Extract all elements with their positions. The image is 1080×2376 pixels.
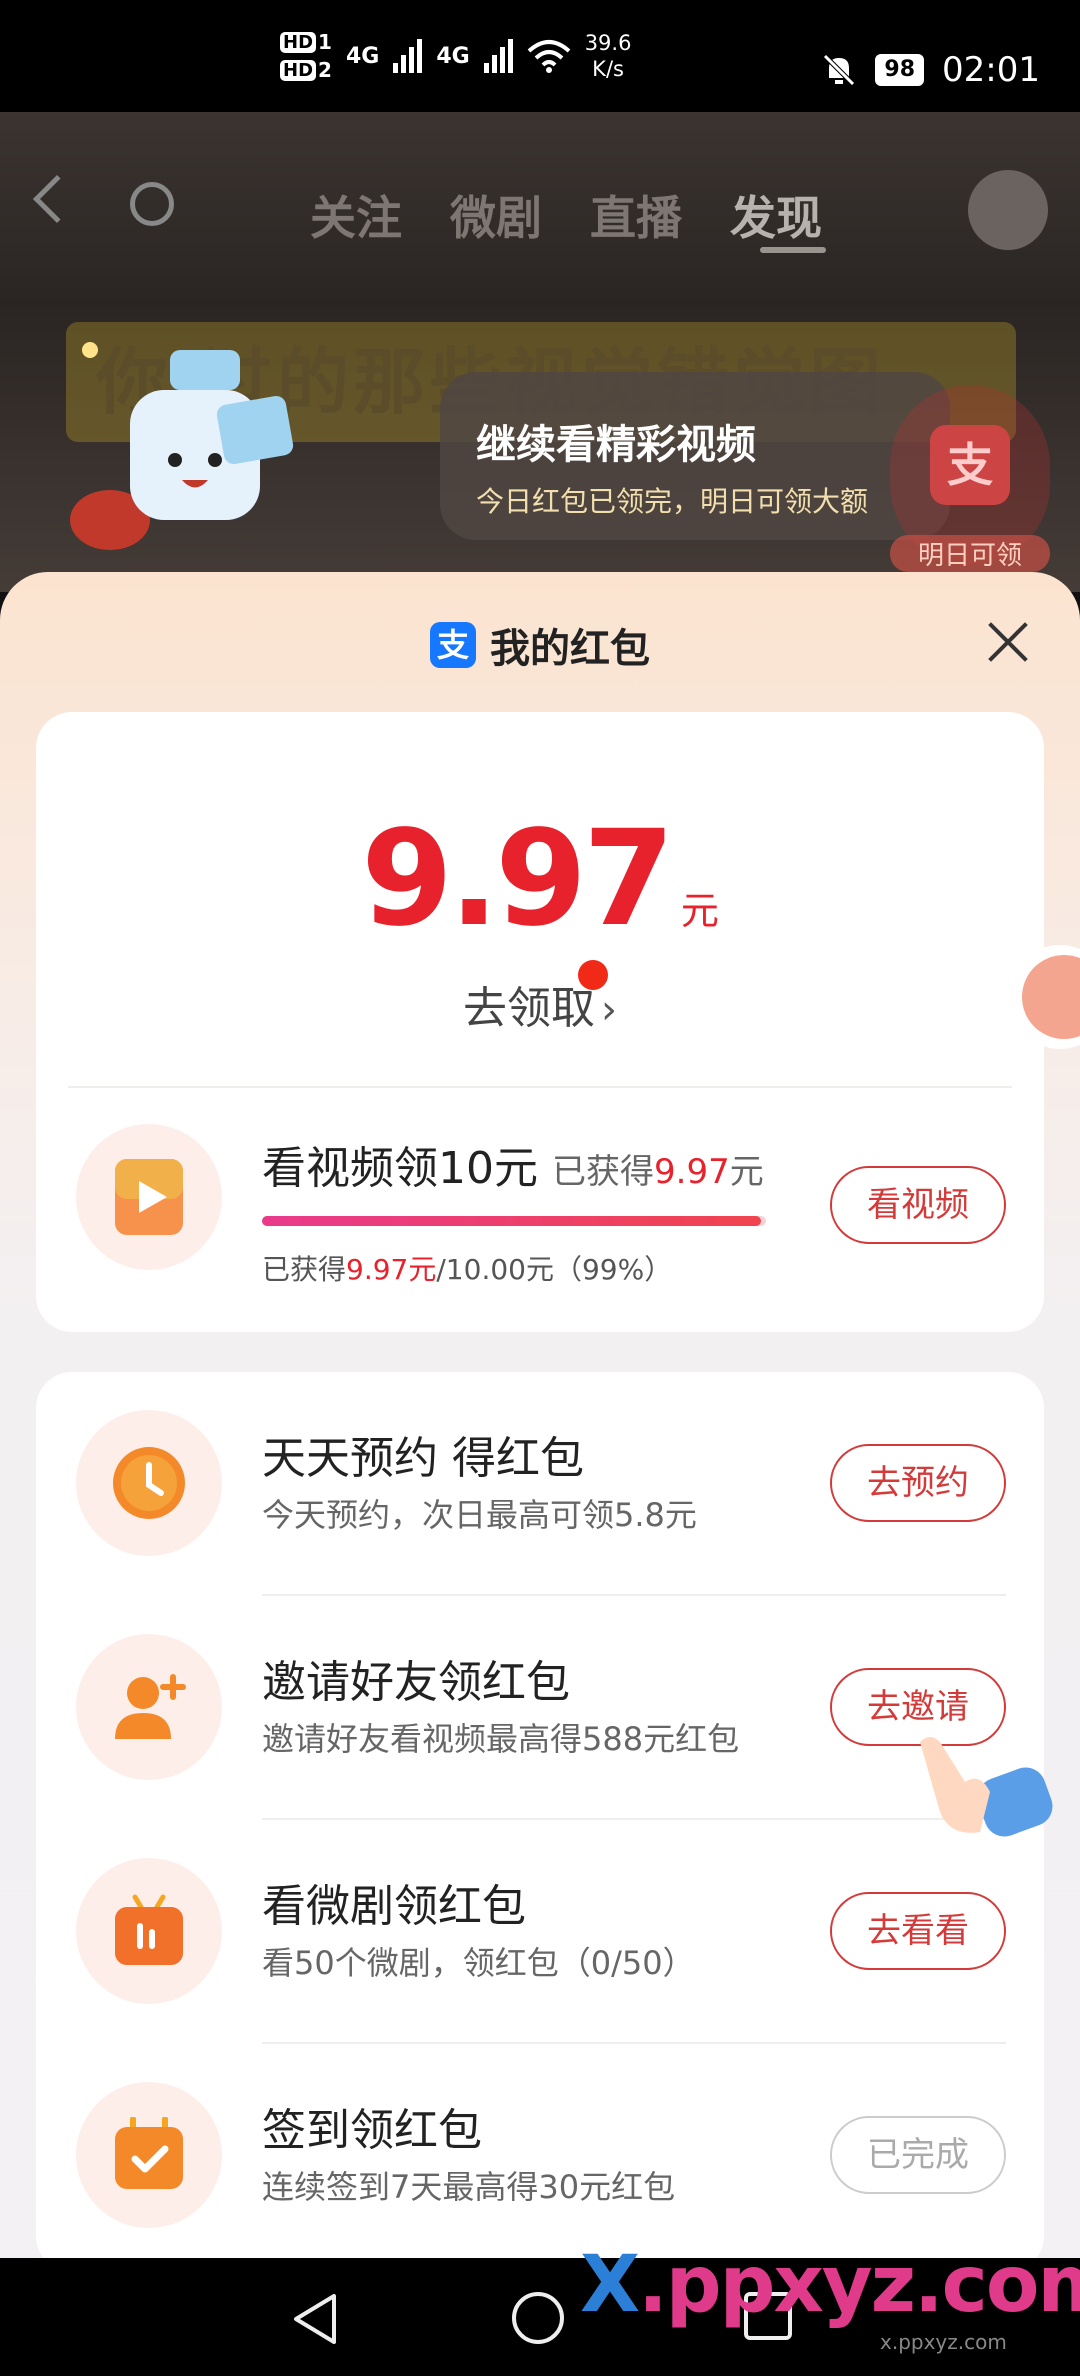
video-task-earned: 已获得9.97元: [552, 1152, 764, 1192]
network-type-1: 4G: [345, 43, 380, 69]
notification-dot: [578, 960, 608, 990]
status-left: HD 1 HD 2 4G 4G 39.6 K/s: [280, 30, 631, 82]
red-packet-sheet: 支 我的红包 9.97元 去领取› 看视频领10元已获得9.97元 看视频: [0, 572, 1080, 2258]
signal-icon-2: [483, 39, 513, 73]
side-badge-label: 明日可领: [890, 535, 1050, 572]
checkin-task-icon-wrap: [76, 2082, 222, 2228]
divider: [262, 2042, 1006, 2044]
peek-badge-icon: [1008, 945, 1080, 1049]
watch-video-button[interactable]: 看视频: [830, 1166, 1006, 1244]
tv-icon: [115, 1894, 183, 1965]
tab-underline: [760, 247, 826, 253]
divider: [262, 1594, 1006, 1596]
video-task-icon-wrap: [76, 1124, 222, 1270]
balance-amount: 9.97 元: [36, 802, 1044, 956]
drama-task-subtitle: 看50个微剧，领红包（0/50）: [262, 1944, 695, 1982]
continue-watching-tip[interactable]: 继续看精彩视频 今日红包已领完，明日可领大额: [440, 372, 950, 540]
watermark: X.ppxyz.com: [580, 2240, 1080, 2330]
network-type-2: 4G: [436, 43, 470, 69]
drama-task-title: 看微剧领红包: [262, 1881, 526, 1932]
status-right: 98 02:01: [821, 50, 1040, 90]
tab-follow[interactable]: 关注: [310, 182, 402, 248]
sheet-title: 支 我的红包: [430, 616, 650, 674]
nav-tabs: 关注 微剧 直播 发现: [310, 182, 822, 248]
divider: [262, 1818, 1006, 1820]
mascot-icon: [70, 342, 294, 550]
sheet-title-text: 我的红包: [490, 626, 650, 672]
checkin-done-button[interactable]: 已完成: [830, 2116, 1006, 2194]
amount-unit: 元: [680, 889, 719, 933]
signal-icon-1: [393, 39, 423, 73]
claim-button[interactable]: 去领取 ›: [36, 972, 1044, 1036]
amount-value: 9.97: [361, 802, 675, 956]
avatar[interactable]: [968, 170, 1048, 250]
watch-drama-button[interactable]: 去看看: [830, 1892, 1006, 1970]
video-progress-bar: [262, 1216, 766, 1226]
pointing-hand-icon: [920, 1737, 1053, 1837]
play-video-icon: [115, 1159, 183, 1235]
hd-indicator-1: HD 1: [280, 30, 332, 54]
clock: 02:01: [942, 50, 1040, 90]
balance-card: 9.97 元 去领取 › 看视频领10元 已获得9.97元 看视频: [36, 712, 1044, 1332]
reserve-task-title: 天天预约 得红包: [262, 1433, 584, 1484]
reserve-button[interactable]: 去预约: [830, 1444, 1006, 1522]
alipay-badge-icon: 支: [930, 425, 1010, 505]
watermark-url: x.ppxyz.com: [880, 2330, 1007, 2354]
wifi-icon: [527, 40, 571, 73]
chevron-right-icon: ›: [601, 987, 617, 1033]
network-speed: 39.6 K/s: [584, 31, 632, 81]
tab-live[interactable]: 直播: [590, 182, 682, 248]
hd-indicator-2: HD 2: [280, 58, 332, 82]
tip-title: 继续看精彩视频: [476, 422, 756, 468]
alipay-icon: 支: [430, 622, 476, 668]
invite-task-icon-wrap: [76, 1634, 222, 1780]
video-task-title: 看视频领10元 已获得9.97元: [262, 1132, 764, 1196]
tip-subtitle: 今日红包已领完，明日可领大额: [476, 485, 869, 518]
sheet-header: 支 我的红包: [0, 616, 1080, 674]
claim-label: 去领取: [463, 983, 595, 1034]
add-user-icon: [115, 1674, 186, 1739]
nav-back-icon[interactable]: [290, 2292, 340, 2346]
divider: [68, 1086, 1012, 1088]
video-progress-text: 已获得9.97元/10.00元（99%）: [262, 1253, 673, 1286]
tab-discover[interactable]: 发现: [730, 182, 822, 248]
checkin-task-subtitle: 连续签到7天最高得30元红包: [262, 2168, 676, 2206]
reserve-task-subtitle: 今天预约，次日最高可领5.8元: [262, 1496, 697, 1534]
top-nav: 关注 微剧 直播 发现: [0, 142, 1080, 253]
video-progress-fill: [262, 1216, 761, 1226]
checkin-task-title: 签到领红包: [262, 2105, 482, 2156]
status-bar: HD 1 HD 2 4G 4G 39.6 K/s 98 02:01: [0, 0, 1080, 112]
bell-off-icon: [823, 54, 856, 86]
task-list-card: 天天预约 得红包 今天预约，次日最高可领5.8元 去预约 邀请好友领红包 邀请好…: [36, 1372, 1044, 2258]
clock-icon: [113, 1447, 185, 1519]
drama-task-icon-wrap: [76, 1858, 222, 2004]
back-icon[interactable]: [32, 174, 82, 224]
reserve-task-icon-wrap: [76, 1410, 222, 1556]
video-task-title-text: 看视频领10元: [262, 1143, 538, 1194]
tab-micro-drama[interactable]: 微剧: [450, 182, 542, 248]
invite-task-subtitle: 邀请好友看视频最高得588元红包: [262, 1720, 740, 1758]
battery-indicator: 98: [875, 54, 925, 86]
close-button[interactable]: [986, 620, 1030, 664]
calendar-check-icon: [115, 2117, 183, 2189]
invite-task-title: 邀请好友领红包: [262, 1657, 570, 1708]
search-icon[interactable]: [130, 182, 174, 226]
nav-home-icon[interactable]: [512, 2292, 564, 2344]
side-red-packet-badge[interactable]: 支 明日可领: [890, 385, 1050, 572]
